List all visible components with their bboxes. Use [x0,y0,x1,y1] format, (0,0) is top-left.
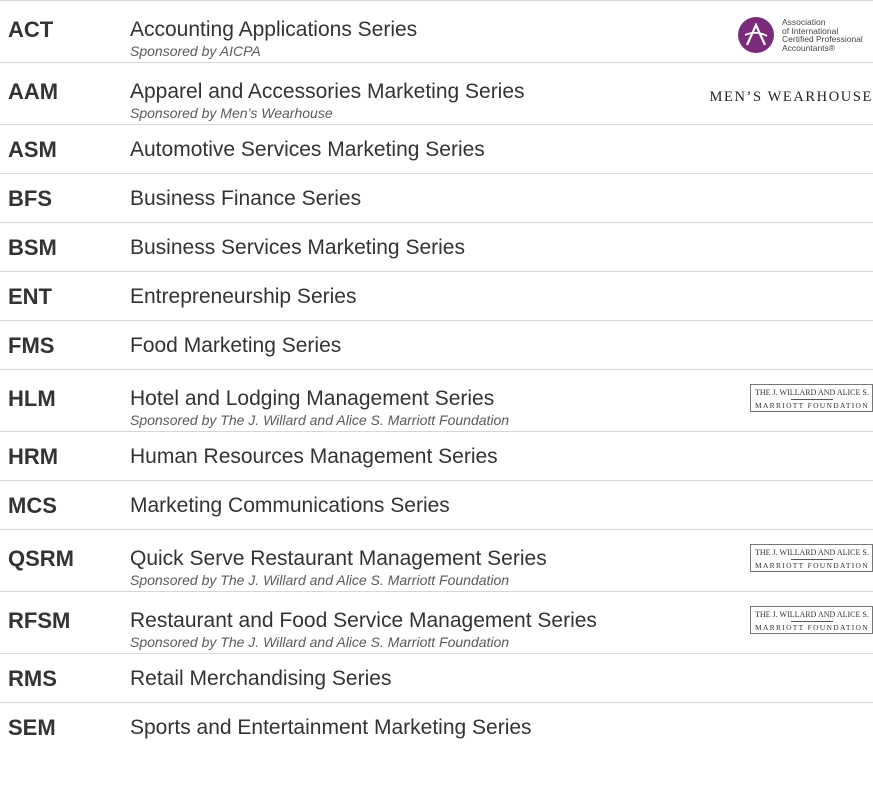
series-row-fms: FMS Food Marketing Series [0,320,873,369]
marriott-logo-rule [791,559,833,560]
series-title: Sports and Entertainment Marketing Serie… [130,716,532,739]
series-title: Accounting Applications Series [130,18,418,41]
series-title: Marketing Communications Series [130,494,450,517]
series-row-bsm: BSM Business Services Marketing Series [0,222,873,271]
series-row-rfsm: RFSM Restaurant and Food Service Managem… [0,591,873,653]
series-title: Apparel and Accessories Marketing Series [130,80,525,103]
series-title: Quick Serve Restaurant Management Series [130,547,547,570]
series-title: Retail Merchandising Series [130,667,392,690]
series-title: Business Finance Series [130,187,362,210]
aicpa-emblem-icon [738,17,774,53]
series-title: Food Marketing Series [130,334,342,357]
series-code: ENT [8,284,52,309]
series-row-hrm: HRM Human Resources Management Series [0,431,873,480]
series-code: ACT [8,17,54,42]
marriott-foundation-logo: THE J. WILLARD AND ALICE S. MARRIOTT FOU… [750,544,873,572]
series-title: Entrepreneurship Series [130,285,357,308]
sponsor-note: Sponsored by Men’s Wearhouse [130,105,333,121]
mens-wearhouse-logo: MEN’S WEARHOUSE [709,89,873,105]
marriott-logo-rule [791,621,833,622]
series-code: ASM [8,137,57,162]
marriott-logo-line2: MARRIOTT FOUNDATION [755,401,869,410]
series-code: HRM [8,444,59,469]
aicpa-logo: Association of International Certified P… [738,15,873,55]
sponsor-note: Sponsored by The J. Willard and Alice S.… [130,634,510,650]
series-code: MCS [8,493,57,518]
marriott-logo-line1: THE J. WILLARD AND ALICE S. [755,388,869,397]
aicpa-logo-text: Association of International Certified P… [782,17,863,53]
series-code: HLM [8,386,56,411]
series-code: FMS [8,333,55,358]
marriott-logo-line1: THE J. WILLARD AND ALICE S. [755,548,869,557]
series-code: BFS [8,186,52,211]
series-code: SEM [8,715,56,740]
marriott-logo-line2: MARRIOTT FOUNDATION [755,561,869,570]
series-row-aam: AAM Apparel and Accessories Marketing Se… [0,62,873,124]
marriott-foundation-logo: THE J. WILLARD AND ALICE S. MARRIOTT FOU… [750,606,873,634]
series-row-sem: SEM Sports and Entertainment Marketing S… [0,702,873,751]
series-row-hlm: HLM Hotel and Lodging Management Series … [0,369,873,431]
series-row-asm: ASM Automotive Services Marketing Series [0,124,873,173]
series-title: Restaurant and Food Service Management S… [130,609,597,632]
marriott-logo-rule [791,399,833,400]
sponsor-note: Sponsored by AICPA [130,43,261,59]
series-row-act: ACT Accounting Applications Series Spons… [0,0,873,62]
series-title: Human Resources Management Series [130,445,498,468]
series-code: AAM [8,79,59,104]
series-row-rms: RMS Retail Merchandising Series [0,653,873,702]
series-row-bfs: BFS Business Finance Series [0,173,873,222]
sponsor-note: Sponsored by The J. Willard and Alice S.… [130,412,510,428]
series-code: QSRM [8,546,74,571]
series-row-ent: ENT Entrepreneurship Series [0,271,873,320]
series-title: Hotel and Lodging Management Series [130,387,495,410]
series-row-qsrm: QSRM Quick Serve Restaurant Management S… [0,529,873,591]
marriott-foundation-logo: THE J. WILLARD AND ALICE S. MARRIOTT FOU… [750,384,873,412]
series-title: Automotive Services Marketing Series [130,138,485,161]
marriott-logo-line2: MARRIOTT FOUNDATION [755,623,869,632]
series-list: ACT Accounting Applications Series Spons… [0,0,873,751]
marriott-logo-line1: THE J. WILLARD AND ALICE S. [755,610,869,619]
series-code: RFSM [8,608,71,633]
series-title: Business Services Marketing Series [130,236,465,259]
sponsor-note: Sponsored by The J. Willard and Alice S.… [130,572,510,588]
series-row-mcs: MCS Marketing Communications Series [0,480,873,529]
series-code: BSM [8,235,57,260]
series-code: RMS [8,666,57,691]
